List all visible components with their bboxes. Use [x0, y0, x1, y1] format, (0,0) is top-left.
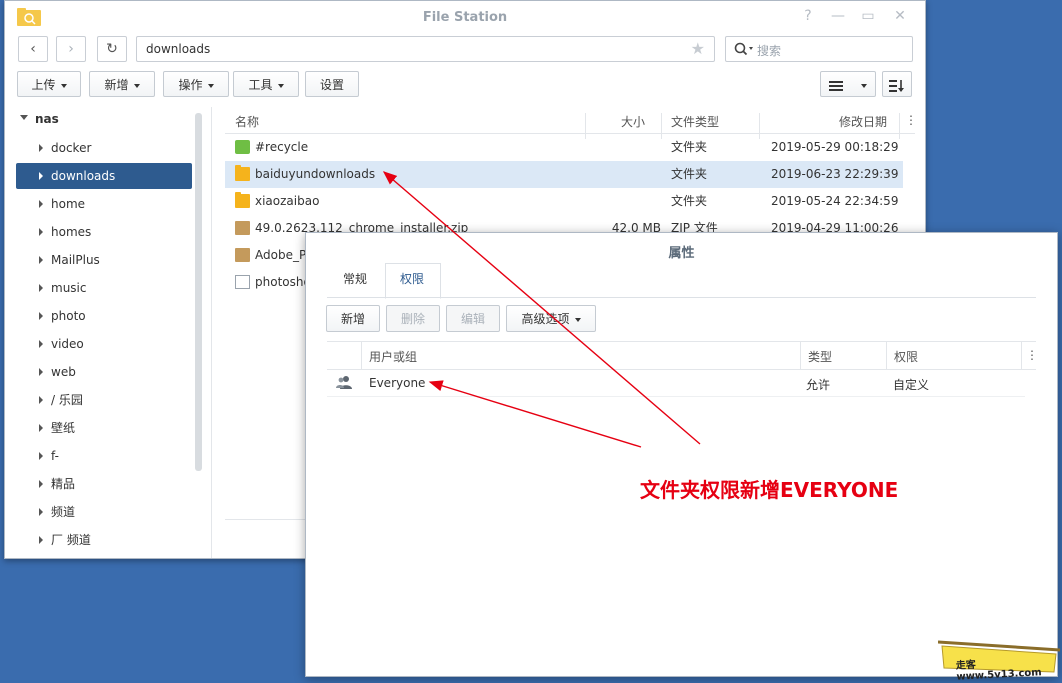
annotation-text: 文件夹权限新增EVERYONE [640, 478, 899, 502]
arrow-to-everyone [428, 380, 642, 448]
watermark-text: 走客 www.5v13.com [955, 659, 1042, 683]
watermark: 走客 www.5v13.com [937, 640, 1061, 683]
arrow-to-folder [382, 171, 701, 445]
annotation-arrows [382, 171, 701, 448]
